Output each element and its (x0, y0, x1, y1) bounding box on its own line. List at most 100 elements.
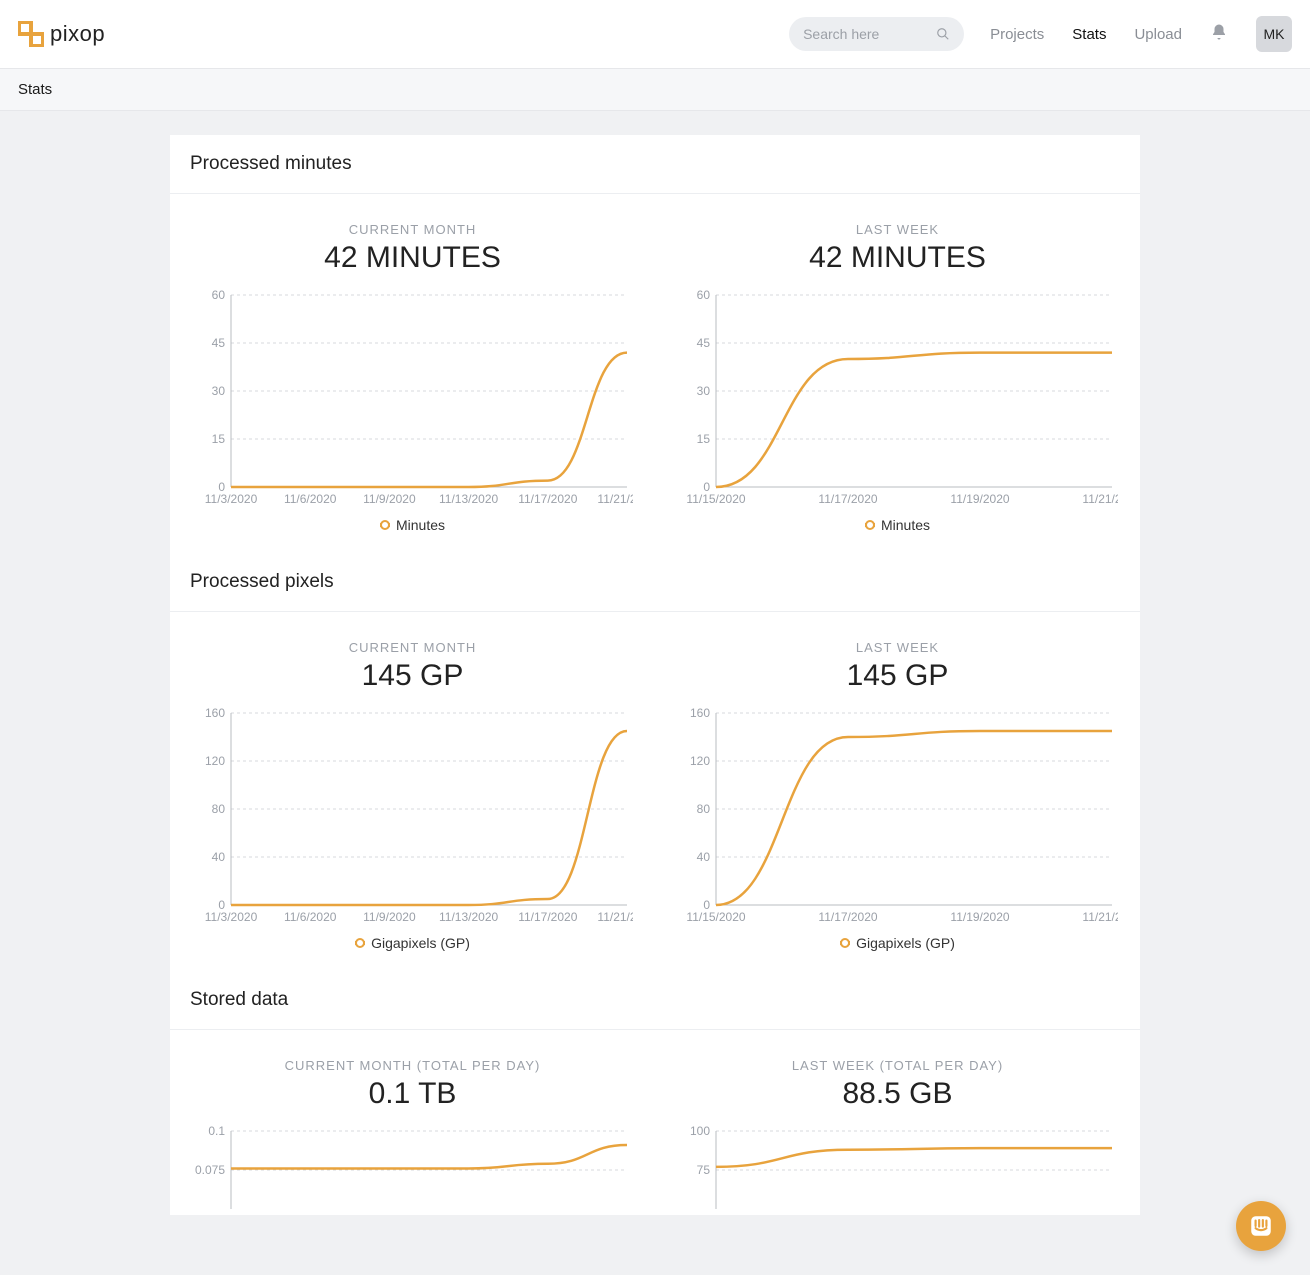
breadcrumb-stats[interactable]: Stats (18, 81, 52, 98)
svg-text:11/17/2020: 11/17/2020 (818, 492, 877, 506)
app-header: pixop Projects Stats Upload MK (0, 0, 1310, 68)
chart-svg: 01530456011/3/202011/6/202011/9/202011/1… (193, 289, 633, 509)
svg-text:11/17/2020: 11/17/2020 (818, 910, 877, 924)
nav-stats[interactable]: Stats (1072, 26, 1106, 43)
pixop-logo-icon (18, 21, 44, 47)
svg-text:0.075: 0.075 (194, 1163, 224, 1177)
legend-marker-icon (865, 523, 875, 527)
section-title-stored: Stored data (170, 971, 1140, 1030)
search-icon (936, 27, 950, 41)
chart-svg: 0408012016011/15/202011/17/202011/19/202… (678, 707, 1118, 927)
svg-text:40: 40 (696, 850, 710, 864)
chart-label: CURRENT MONTH (190, 222, 635, 237)
chart-row-pixels: CURRENT MONTH 145 GP 0408012016011/3/202… (170, 612, 1140, 971)
svg-text:45: 45 (211, 336, 225, 350)
brand-logo[interactable]: pixop (18, 21, 105, 47)
svg-text:11/9/2020: 11/9/2020 (363, 492, 416, 506)
svg-text:11/21/2020: 11/21/2020 (1082, 910, 1118, 924)
svg-text:11/15/2020: 11/15/2020 (686, 910, 745, 924)
chart-label: LAST WEEK (TOTAL PER DAY) (675, 1058, 1120, 1073)
chart-stored-month: CURRENT MONTH (TOTAL PER DAY) 0.1 TB 0.0… (190, 1058, 635, 1215)
section-title-pixels: Processed pixels (170, 553, 1140, 612)
nav-upload[interactable]: Upload (1134, 26, 1182, 43)
svg-text:30: 30 (211, 384, 225, 398)
legend-label: Gigapixels (GP) (856, 935, 955, 951)
chart-row-stored: CURRENT MONTH (TOTAL PER DAY) 0.1 TB 0.0… (170, 1030, 1140, 1215)
legend-marker-icon (355, 941, 365, 945)
svg-text:11/6/2020: 11/6/2020 (283, 492, 336, 506)
notifications-button[interactable] (1210, 23, 1228, 46)
chart-label: CURRENT MONTH (TOTAL PER DAY) (190, 1058, 635, 1073)
chart-value: 42 MINUTES (190, 241, 635, 275)
search-input[interactable] (803, 26, 923, 42)
svg-text:60: 60 (211, 289, 225, 302)
svg-text:120: 120 (689, 754, 709, 768)
chart-pixels-week: LAST WEEK 145 GP 0408012016011/15/202011… (675, 640, 1120, 951)
legend-marker-icon (840, 941, 850, 945)
avatar-initials: MK (1264, 26, 1285, 42)
svg-text:11/21/2020: 11/21/2020 (1082, 492, 1118, 506)
svg-text:100: 100 (689, 1125, 709, 1138)
svg-text:11/6/2020: 11/6/2020 (283, 910, 336, 924)
svg-text:11/21/2020: 11/21/2020 (597, 492, 633, 506)
bell-icon (1210, 23, 1228, 41)
svg-text:11/21/2020: 11/21/2020 (597, 910, 633, 924)
svg-text:15: 15 (696, 432, 710, 446)
chart-value: 42 MINUTES (675, 241, 1120, 275)
chart-pixels-month: CURRENT MONTH 145 GP 0408012016011/3/202… (190, 640, 635, 951)
main-nav: Projects Stats Upload MK (990, 16, 1292, 52)
breadcrumb: Stats (0, 68, 1310, 111)
svg-text:11/3/2020: 11/3/2020 (204, 492, 257, 506)
svg-text:120: 120 (204, 754, 224, 768)
svg-text:30: 30 (696, 384, 710, 398)
chart-row-minutes: CURRENT MONTH 42 MINUTES 01530456011/3/2… (170, 194, 1140, 553)
chart-minutes-month: CURRENT MONTH 42 MINUTES 01530456011/3/2… (190, 222, 635, 533)
chart-svg: 0408012016011/3/202011/6/202011/9/202011… (193, 707, 633, 927)
svg-text:40: 40 (211, 850, 225, 864)
svg-text:60: 60 (696, 289, 710, 302)
chart-legend: Gigapixels (GP) (675, 935, 1120, 951)
chart-value: 145 GP (190, 659, 635, 693)
svg-text:0.1: 0.1 (208, 1125, 225, 1138)
chart-svg: 0.075 0.1 (193, 1125, 633, 1215)
chart-value: 88.5 GB (675, 1077, 1120, 1111)
svg-text:160: 160 (204, 707, 224, 720)
chat-icon (1248, 1213, 1274, 1239)
svg-text:160: 160 (689, 707, 709, 720)
chart-stored-week: LAST WEEK (TOTAL PER DAY) 88.5 GB 75 100 (675, 1058, 1120, 1215)
chart-legend: Minutes (675, 517, 1120, 533)
section-title-minutes: Processed minutes (170, 135, 1140, 194)
chart-label: CURRENT MONTH (190, 640, 635, 655)
legend-marker-icon (380, 523, 390, 527)
chart-legend: Gigapixels (GP) (190, 935, 635, 951)
svg-text:11/13/2020: 11/13/2020 (439, 910, 498, 924)
chart-value: 145 GP (675, 659, 1120, 693)
chart-svg: 75 100 (678, 1125, 1118, 1215)
svg-text:11/9/2020: 11/9/2020 (363, 910, 416, 924)
brand-name: pixop (50, 21, 105, 47)
chart-minutes-week: LAST WEEK 42 MINUTES 01530456011/15/2020… (675, 222, 1120, 533)
svg-text:75: 75 (696, 1163, 710, 1177)
legend-label: Minutes (881, 517, 930, 533)
svg-text:11/19/2020: 11/19/2020 (950, 492, 1009, 506)
chart-value: 0.1 TB (190, 1077, 635, 1111)
chart-svg: 01530456011/15/202011/17/202011/19/20201… (678, 289, 1118, 509)
svg-text:11/13/2020: 11/13/2020 (439, 492, 498, 506)
svg-text:11/17/2020: 11/17/2020 (518, 910, 577, 924)
svg-text:11/19/2020: 11/19/2020 (950, 910, 1009, 924)
avatar[interactable]: MK (1256, 16, 1292, 52)
svg-text:11/15/2020: 11/15/2020 (686, 492, 745, 506)
svg-text:11/17/2020: 11/17/2020 (518, 492, 577, 506)
nav-projects[interactable]: Projects (990, 26, 1044, 43)
svg-text:11/3/2020: 11/3/2020 (204, 910, 257, 924)
intercom-button[interactable] (1236, 1201, 1286, 1251)
legend-label: Minutes (396, 517, 445, 533)
svg-text:15: 15 (211, 432, 225, 446)
svg-text:80: 80 (211, 802, 225, 816)
chart-label: LAST WEEK (675, 222, 1120, 237)
svg-text:80: 80 (696, 802, 710, 816)
chart-label: LAST WEEK (675, 640, 1120, 655)
search-box[interactable] (789, 17, 964, 51)
legend-label: Gigapixels (GP) (371, 935, 470, 951)
chart-legend: Minutes (190, 517, 635, 533)
